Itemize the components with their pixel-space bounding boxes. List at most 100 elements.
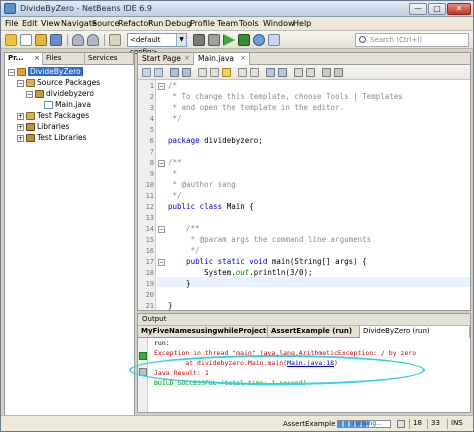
- code-line[interactable]: * To change this template, choose Tools …: [168, 92, 403, 102]
- close-icon[interactable]: ×: [240, 53, 246, 64]
- maximize-button[interactable]: □: [428, 3, 446, 15]
- tree-item-project[interactable]: − DivideByZero: [8, 67, 83, 78]
- expand-toggle[interactable]: +: [17, 112, 24, 120]
- tree-item-source-packages[interactable]: − Source Packages: [17, 78, 100, 89]
- cancel-task-icon[interactable]: [397, 420, 405, 428]
- code-line[interactable]: public static void main(String[] args) {: [168, 257, 367, 267]
- code-line[interactable]: /*: [168, 81, 177, 91]
- back-icon[interactable]: [170, 68, 179, 77]
- record-macro-icon[interactable]: [294, 68, 303, 77]
- code-line[interactable]: /**: [168, 158, 182, 168]
- close-icon[interactable]: ×: [184, 53, 190, 64]
- profile-icon[interactable]: [253, 34, 265, 46]
- config-select[interactable]: <default config> ▼: [127, 33, 187, 56]
- open-project-icon[interactable]: [35, 34, 47, 46]
- fold-toggle[interactable]: −: [158, 160, 165, 167]
- tree-item-test-packages[interactable]: + Test Packages: [17, 111, 89, 122]
- tree-item-package[interactable]: − dividebyzero: [26, 89, 94, 100]
- code-line[interactable]: * and open the template in the editor.: [168, 103, 345, 113]
- menu-view[interactable]: View: [41, 19, 60, 28]
- editor-tabs: Start Page × Main.java ×: [138, 53, 470, 65]
- fold-toggle[interactable]: −: [158, 259, 165, 266]
- tree-item-test-libraries[interactable]: + Test Libraries: [17, 133, 87, 144]
- code-line[interactable]: */: [168, 246, 200, 256]
- output-tabs: MyFiveNamesusingwhileProject (run) Asser…: [138, 326, 470, 338]
- code-line[interactable]: * @param args the command line arguments: [168, 235, 372, 245]
- menu-file[interactable]: File: [5, 19, 18, 28]
- code-line[interactable]: */: [168, 114, 182, 124]
- comment-icon[interactable]: [322, 68, 331, 77]
- fold-toggle[interactable]: −: [158, 83, 165, 90]
- search-icon: [359, 36, 366, 43]
- library-icon: [26, 123, 35, 131]
- collapse-toggle[interactable]: −: [8, 68, 15, 76]
- expand-toggle[interactable]: +: [17, 134, 24, 142]
- tab-services[interactable]: Services: [85, 53, 134, 65]
- code-line[interactable]: }: [168, 279, 191, 289]
- tab-main-java[interactable]: Main.java ×: [194, 53, 250, 65]
- find-previous-icon[interactable]: [198, 68, 207, 77]
- tab-main-java-label: Main.java: [198, 54, 235, 63]
- collapse-toggle[interactable]: −: [17, 79, 24, 87]
- redo-icon[interactable]: [87, 34, 99, 46]
- menu-tools[interactable]: Tools: [239, 19, 259, 28]
- tab-projects[interactable]: Pr... ×: [5, 53, 43, 65]
- search-input[interactable]: Search (Ctrl+I): [355, 33, 469, 47]
- menu-help[interactable]: Help: [293, 19, 311, 28]
- code-line[interactable]: /**: [168, 224, 200, 234]
- attach-profiler-icon[interactable]: [268, 34, 280, 46]
- run-icon[interactable]: [223, 34, 235, 46]
- code-line[interactable]: package dividebyzero;: [168, 136, 263, 146]
- clean-build-icon[interactable]: [208, 34, 220, 46]
- shift-left-icon[interactable]: [266, 68, 275, 77]
- forward-icon[interactable]: [182, 68, 191, 77]
- new-file-icon[interactable]: [20, 34, 32, 46]
- menu-source[interactable]: Source: [92, 19, 119, 28]
- output-tab-label: AssertExample (run): [271, 327, 353, 335]
- minimize-button[interactable]: —: [409, 3, 427, 15]
- code-line[interactable]: */: [168, 191, 182, 201]
- code-line[interactable]: System.out.println(3/0);: [168, 268, 312, 278]
- settings-icon[interactable]: [109, 34, 121, 46]
- find-next-icon[interactable]: [210, 68, 219, 77]
- tab-output-myfivenames[interactable]: MyFiveNamesusingwhileProject (run): [138, 326, 268, 338]
- stop-macro-icon[interactable]: [306, 68, 315, 77]
- code-line[interactable]: }: [168, 301, 173, 311]
- rerun-icon[interactable]: [139, 352, 147, 360]
- collapse-toggle[interactable]: −: [26, 90, 33, 98]
- build-icon[interactable]: [193, 34, 205, 46]
- save-all-icon[interactable]: [50, 34, 62, 46]
- tree-item-libraries[interactable]: + Libraries: [17, 122, 69, 133]
- chevron-down-icon[interactable]: ▼: [176, 34, 186, 46]
- menu-edit[interactable]: Edit: [22, 19, 38, 28]
- history-view-icon[interactable]: [154, 68, 163, 77]
- menu-debug[interactable]: Debug: [165, 19, 191, 28]
- toggle-highlight-icon[interactable]: [222, 68, 231, 77]
- source-view-icon[interactable]: [142, 68, 151, 77]
- shift-right-icon[interactable]: [278, 68, 287, 77]
- line-number: 7: [149, 148, 154, 156]
- fold-toggle[interactable]: −: [158, 226, 165, 233]
- code-line[interactable]: public class Main {: [168, 202, 254, 212]
- next-bookmark-icon[interactable]: [250, 68, 259, 77]
- menu-profile[interactable]: Profile: [190, 19, 215, 28]
- uncomment-icon[interactable]: [334, 68, 343, 77]
- tab-output-assertexample[interactable]: AssertExample (run): [268, 326, 360, 338]
- tab-files[interactable]: Files: [43, 53, 85, 65]
- close-button[interactable]: ✕: [447, 3, 471, 15]
- code-line[interactable]: * @author sang: [168, 180, 236, 190]
- close-icon[interactable]: ×: [34, 53, 40, 64]
- tree-item-main-java[interactable]: Main.java: [44, 100, 91, 111]
- menu-team[interactable]: Team: [217, 19, 238, 28]
- code-line[interactable]: *: [168, 169, 178, 179]
- menu-refactor[interactable]: Refactor: [118, 19, 152, 28]
- tab-output-dividebyzero[interactable]: DivideByZero (run): [360, 326, 470, 338]
- undo-icon[interactable]: [72, 34, 84, 46]
- debug-icon[interactable]: [238, 34, 250, 46]
- menu-window[interactable]: Window: [263, 19, 295, 28]
- new-project-icon[interactable]: [5, 34, 17, 46]
- menu-run[interactable]: Run: [148, 19, 163, 28]
- toggle-bookmark-icon[interactable]: [238, 68, 247, 77]
- tab-start-page[interactable]: Start Page ×: [138, 53, 194, 65]
- expand-toggle[interactable]: +: [17, 123, 24, 131]
